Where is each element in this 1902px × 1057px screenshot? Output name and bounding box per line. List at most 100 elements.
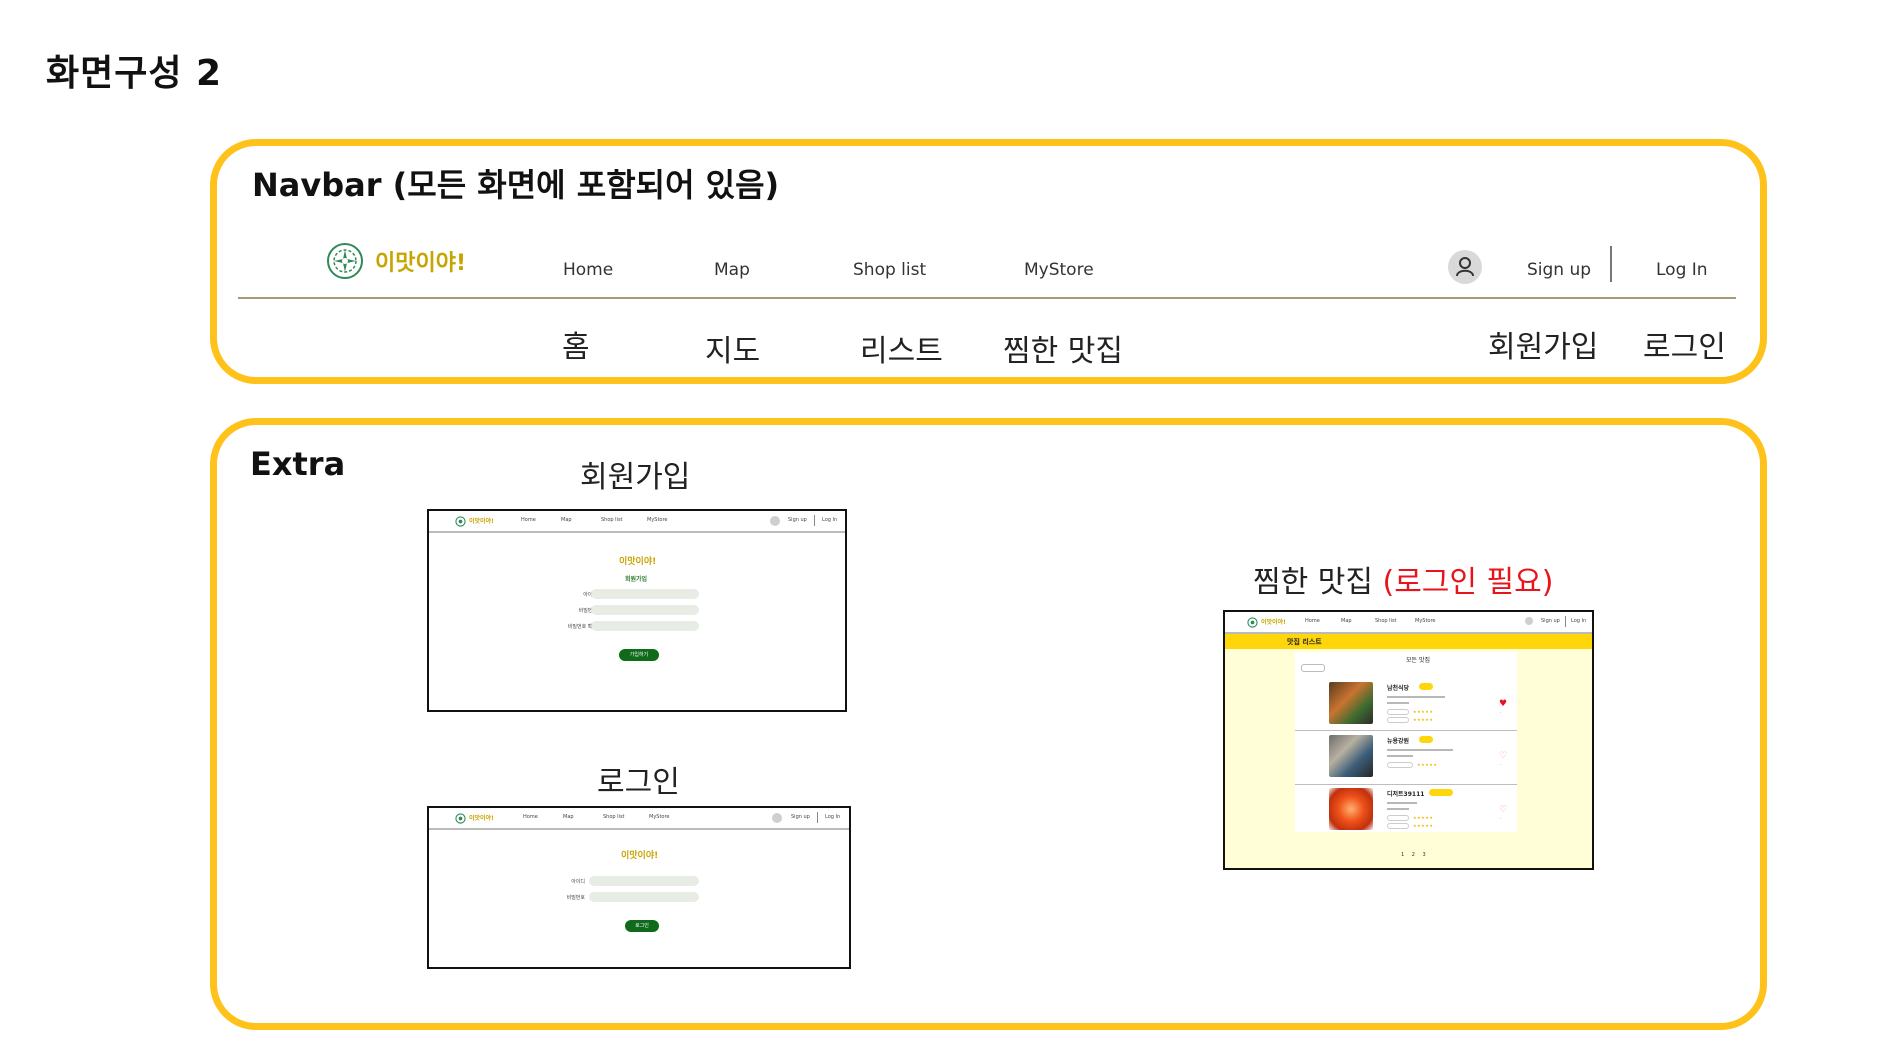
shop-photo[interactable] xyxy=(1329,735,1373,777)
caption-map: 지도 xyxy=(705,334,761,369)
mini-link-map[interactable]: Map xyxy=(563,814,574,820)
nav-link-home[interactable]: Home xyxy=(563,260,613,280)
nav-link-map[interactable]: Map xyxy=(714,260,750,280)
login-id-label: 아이디 xyxy=(571,879,585,885)
shop-photo[interactable] xyxy=(1329,682,1373,724)
heart-icon[interactable]: ♡ xyxy=(1499,752,1507,761)
login-screen-preview: 이맛이야! Home Map Shop list MyStore Sign up… xyxy=(427,806,851,969)
mini-logo-text[interactable]: 이맛이야! xyxy=(469,813,494,822)
login-id-input[interactable] xyxy=(589,876,699,886)
heart-count: · xyxy=(1500,710,1502,715)
shop-category-badge xyxy=(1429,789,1453,796)
mini-link-home[interactable]: Home xyxy=(1305,618,1320,624)
caption-login: 로그인 xyxy=(1643,330,1726,365)
signup-password-confirm-input[interactable] xyxy=(591,621,699,631)
mini-link-shop-list[interactable]: Shop list xyxy=(603,814,625,820)
shop-review-tag xyxy=(1387,762,1413,768)
login-password-input[interactable] xyxy=(589,892,699,902)
shop-hours-line xyxy=(1387,808,1409,810)
mini-navbar: 이맛이야! Home Map Shop list MyStore Sign up… xyxy=(1225,612,1592,634)
mini-link-map[interactable]: Map xyxy=(1341,618,1352,624)
caption-favorites: 찜한 맛집 xyxy=(1003,334,1123,369)
row-separator xyxy=(1295,784,1517,785)
user-icon[interactable] xyxy=(770,516,780,526)
shop-review-tag xyxy=(1387,709,1409,715)
signup-password-input[interactable] xyxy=(591,605,699,615)
shop-name[interactable]: 디저트39111 xyxy=(1387,789,1424,798)
favorites-screen-caption: 찜한 맛집 (로그인 필요) xyxy=(1253,557,1553,601)
mini-signup-link[interactable]: Sign up xyxy=(1541,618,1560,624)
favorites-bar-title: 맛집 리스트 xyxy=(1287,638,1322,646)
nav-login-link[interactable]: Log In xyxy=(1656,260,1708,280)
nav-link-mystore[interactable]: MyStore xyxy=(1024,260,1094,280)
shop-hours-line xyxy=(1387,755,1413,757)
shop-rating-stars: ★★★★★ xyxy=(1413,823,1434,828)
mini-login-link[interactable]: Log In xyxy=(825,814,840,820)
signup-brand: 이맛이야! xyxy=(619,557,657,567)
nav-link-shop-list[interactable]: Shop list xyxy=(853,260,926,280)
signup-submit-button[interactable]: 가입하기 xyxy=(619,649,659,661)
pagination[interactable]: 1 2 3 xyxy=(1401,852,1429,858)
shop-category-badge xyxy=(1419,683,1433,690)
login-screen-caption: 로그인 xyxy=(597,765,680,800)
caption-signup: 회원가입 xyxy=(1488,330,1599,365)
nav-signup-link[interactable]: Sign up xyxy=(1527,260,1591,280)
user-icon[interactable] xyxy=(1525,617,1533,625)
login-required-note: (로그인 필요) xyxy=(1382,565,1554,600)
mini-link-mystore[interactable]: MyStore xyxy=(647,517,668,523)
mini-link-map[interactable]: Map xyxy=(561,517,572,523)
signup-screen-preview: 이맛이야! Home Map Shop list MyStore Sign up… xyxy=(427,509,847,712)
shop-review-tag xyxy=(1387,815,1409,821)
shop-name[interactable]: 남천식당 xyxy=(1387,683,1409,692)
extra-panel-heading: Extra xyxy=(250,445,346,483)
signup-id-input[interactable] xyxy=(591,589,699,599)
mini-logo-text[interactable]: 이맛이야! xyxy=(469,516,494,525)
mini-login-link[interactable]: Log In xyxy=(1571,618,1586,624)
leaf-wreath-icon xyxy=(1247,617,1258,628)
shop-hours-line xyxy=(1387,702,1409,704)
favorites-title-bar xyxy=(1225,634,1592,649)
mini-nav-divider xyxy=(1565,616,1566,627)
mini-logo-text[interactable]: 이맛이야! xyxy=(1261,617,1286,626)
shop-rating-stars: ★★★★★ xyxy=(1413,717,1434,722)
mini-link-home[interactable]: Home xyxy=(523,814,538,820)
shop-address-line xyxy=(1387,749,1453,751)
shop-name[interactable]: 뉴용강원 xyxy=(1387,736,1409,745)
login-password-label: 비밀번호 xyxy=(566,895,585,901)
signup-screen-caption: 회원가입 xyxy=(580,460,691,495)
page-title: 화면구성 2 xyxy=(46,53,223,94)
mini-signup-link[interactable]: Sign up xyxy=(791,814,810,820)
mini-link-home[interactable]: Home xyxy=(521,517,536,523)
heart-icon[interactable]: ♡ xyxy=(1499,806,1507,815)
mini-link-shop-list[interactable]: Shop list xyxy=(601,517,623,523)
shop-review-tag xyxy=(1387,823,1409,829)
shop-rating-stars: ★★★★★ xyxy=(1413,815,1434,820)
mini-login-link[interactable]: Log In xyxy=(822,517,837,523)
favorites-filter-dropdown[interactable] xyxy=(1301,664,1325,672)
nav-divider xyxy=(1610,246,1612,282)
leaf-wreath-icon xyxy=(455,813,466,824)
mini-signup-link[interactable]: Sign up xyxy=(788,517,807,523)
shop-rating-stars: ★★★★★ xyxy=(1413,709,1434,714)
heart-count: · xyxy=(1500,762,1502,767)
shop-address-line xyxy=(1387,802,1417,804)
navbar-logo-text[interactable]: 이맛이야! xyxy=(375,245,466,277)
shop-address-line xyxy=(1387,696,1445,698)
mini-link-mystore[interactable]: MyStore xyxy=(649,814,670,820)
heart-icon[interactable]: ♥ xyxy=(1499,700,1507,709)
mini-nav-divider xyxy=(817,812,818,823)
navbar-bottom-rule xyxy=(238,297,1736,299)
shop-photo[interactable] xyxy=(1329,788,1373,830)
user-icon[interactable] xyxy=(1448,250,1482,284)
mini-navbar: 이맛이야! Home Map Shop list MyStore Sign up… xyxy=(429,808,849,830)
mini-link-shop-list[interactable]: Shop list xyxy=(1375,618,1397,624)
favorites-list-title: 모든 맛집 xyxy=(1406,657,1430,664)
signup-password-confirm-label: 비밀번호 확인 xyxy=(567,624,597,630)
leaf-wreath-icon xyxy=(455,516,466,527)
leaf-wreath-icon xyxy=(327,243,363,279)
login-submit-button[interactable]: 로그인 xyxy=(625,920,659,932)
mini-link-mystore[interactable]: MyStore xyxy=(1415,618,1436,624)
shop-category-badge xyxy=(1419,736,1433,743)
user-icon[interactable] xyxy=(772,813,782,823)
heart-count: · xyxy=(1500,816,1502,821)
